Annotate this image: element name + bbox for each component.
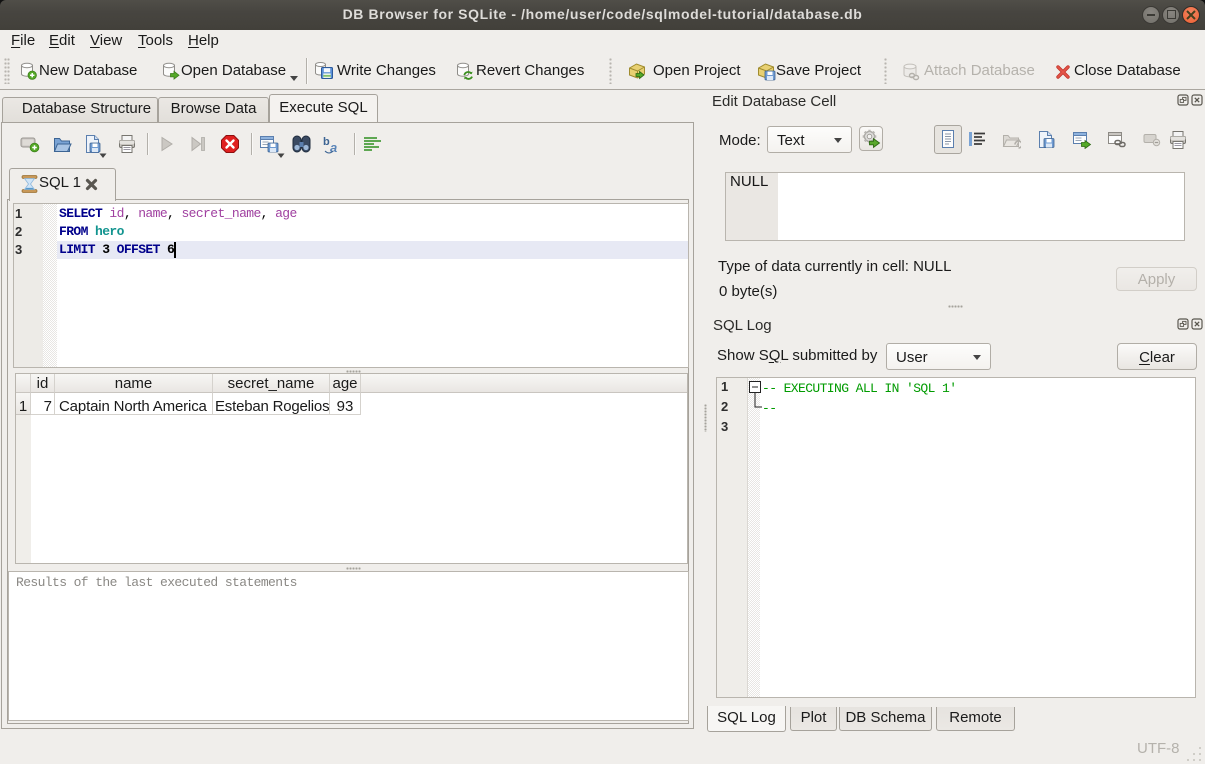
svg-text:b: b: [323, 136, 330, 148]
